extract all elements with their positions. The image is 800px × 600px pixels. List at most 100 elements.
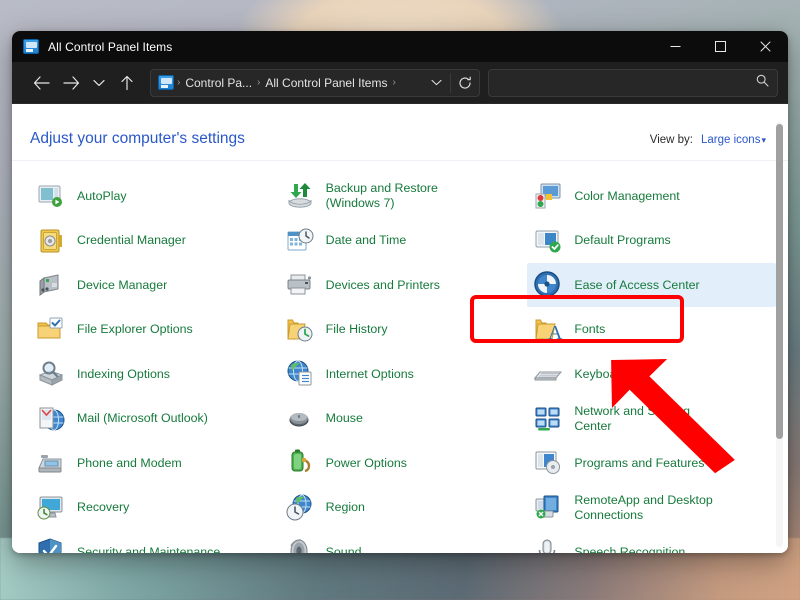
navigation-toolbar: › Control Pa... › All Control Panel Item… <box>12 62 788 104</box>
titlebar-left: All Control Panel Items <box>12 39 172 54</box>
sound-icon <box>285 537 315 553</box>
control-panel-content: Adjust your computer's settings View by:… <box>12 104 788 553</box>
control-panel-item-label: Internet Options <box>326 367 414 382</box>
control-panel-item-label: Default Programs <box>574 233 670 248</box>
control-panel-item[interactable]: Power Options <box>279 441 528 485</box>
control-panel-item[interactable]: Default Programs <box>527 219 776 263</box>
control-panel-item-label: Power Options <box>326 456 407 471</box>
control-panel-item[interactable]: Network and Sharing Center <box>527 397 776 441</box>
control-panel-item-label: Network and Sharing Center <box>574 404 690 434</box>
control-panel-item-label: Recovery <box>77 500 129 515</box>
control-panel-item[interactable]: Indexing Options <box>30 352 279 396</box>
control-panel-item[interactable]: A Fonts <box>527 308 776 352</box>
mouse-icon <box>285 404 315 434</box>
minimize-button[interactable] <box>653 31 698 62</box>
control-panel-item-label: Security and Maintenance <box>77 545 220 554</box>
control-panel-item[interactable]: Programs and Features <box>527 441 776 485</box>
scrollbar-thumb[interactable] <box>776 124 783 439</box>
control-panel-item-label: Date and Time <box>326 233 407 248</box>
address-bar-divider <box>450 73 451 93</box>
svg-text:A: A <box>548 322 563 344</box>
internet-options-icon <box>285 359 315 389</box>
window-titlebar: All Control Panel Items <box>12 31 788 62</box>
control-panel-item[interactable]: Backup and Restore (Windows 7) <box>279 174 528 218</box>
control-panel-item[interactable]: Region <box>279 486 528 530</box>
control-panel-item[interactable]: Mouse <box>279 397 528 441</box>
control-panel-item[interactable]: Phone and Modem <box>30 441 279 485</box>
file-explorer-options-icon <box>36 315 66 345</box>
control-panel-item-label: File History <box>326 322 388 337</box>
control-panel-item[interactable]: Internet Options <box>279 352 528 396</box>
control-panel-item[interactable]: Color Management <box>527 174 776 218</box>
control-panel-item[interactable]: Devices and Printers <box>279 263 528 307</box>
control-panel-items-grid: AutoPlay Backup and Restore (Windows 7) Co… <box>12 160 776 553</box>
control-panel-item-label: Region <box>326 500 365 515</box>
control-panel-item-label: Mouse <box>326 411 363 426</box>
programs-features-icon <box>533 448 563 478</box>
ease-of-access-icon <box>533 270 563 300</box>
network-sharing-icon <box>533 404 563 434</box>
refresh-icon[interactable] <box>453 71 477 95</box>
view-by-value-wrap[interactable]: Large icons▾ <box>701 130 766 148</box>
control-panel-item[interactable]: Credential Manager <box>30 219 279 263</box>
breadcrumb-item-all-control-panel-items[interactable]: All Control Panel Items <box>261 73 391 93</box>
control-panel-icon <box>23 39 39 54</box>
control-panel-item[interactable]: Mail (Microsoft Outlook) <box>30 397 279 441</box>
keyboard-icon <box>533 359 563 389</box>
address-bar-actions <box>424 71 477 95</box>
control-panel-item-label: Fonts <box>574 322 605 337</box>
breadcrumb: › Control Pa... › All Control Panel Item… <box>158 73 424 93</box>
control-panel-item-label: Devices and Printers <box>326 278 440 293</box>
control-panel-item[interactable]: RemoteApp and Desktop Connections <box>527 486 776 530</box>
forward-button[interactable] <box>56 68 86 98</box>
remoteapp-icon <box>533 493 563 523</box>
control-panel-item[interactable]: Keyboard <box>527 352 776 396</box>
control-panel-item[interactable]: File History <box>279 308 528 352</box>
credential-manager-icon <box>36 226 66 256</box>
control-panel-item[interactable]: File Explorer Options <box>30 308 279 352</box>
color-management-icon <box>533 181 563 211</box>
search-input[interactable] <box>498 76 756 90</box>
control-panel-item[interactable]: Security and Maintenance <box>30 530 279 553</box>
close-button[interactable] <box>743 31 788 62</box>
address-dropdown-chevron-down-icon[interactable] <box>424 71 448 95</box>
address-bar[interactable]: › Control Pa... › All Control Panel Item… <box>150 69 480 97</box>
back-button[interactable] <box>26 68 56 98</box>
view-by-control[interactable]: View by: Large icons▾ <box>650 130 766 148</box>
devices-printers-icon <box>285 270 315 300</box>
control-panel-item[interactable]: Device Manager <box>30 263 279 307</box>
view-by-caret-down-icon[interactable]: ▾ <box>761 135 766 145</box>
page-title: Adjust your computer's settings <box>30 130 245 148</box>
window-title: All Control Panel Items <box>48 40 172 54</box>
control-panel-item-label: Color Management <box>574 189 679 204</box>
control-panel-item-label: Credential Manager <box>77 233 186 248</box>
control-panel-item[interactable]: Recovery <box>30 486 279 530</box>
phone-modem-icon <box>36 448 66 478</box>
control-panel-item-label: Mail (Microsoft Outlook) <box>77 411 208 426</box>
control-panel-item-label: Device Manager <box>77 278 167 293</box>
control-panel-item-label: Keyboard <box>574 367 627 382</box>
control-panel-item[interactable]: Date and Time <box>279 219 528 263</box>
control-panel-item-label: AutoPlay <box>77 189 127 204</box>
control-panel-item-label: RemoteApp and Desktop Connections <box>574 493 712 523</box>
window-controls <box>653 31 788 62</box>
maximize-button[interactable] <box>698 31 743 62</box>
indexing-options-icon <box>36 359 66 389</box>
breadcrumb-control-panel-icon[interactable] <box>158 75 174 90</box>
search-icon[interactable] <box>756 74 769 92</box>
control-panel-item-label: Indexing Options <box>77 367 170 382</box>
up-button[interactable] <box>112 68 142 98</box>
speech-recognition-icon <box>533 537 563 553</box>
control-panel-item[interactable]: Sound <box>279 530 528 553</box>
control-panel-item[interactable]: Ease of Access Center <box>527 263 776 307</box>
breadcrumb-item-control-panel[interactable]: Control Pa... <box>181 73 256 93</box>
mail-icon <box>36 404 66 434</box>
control-panel-item[interactable]: AutoPlay <box>30 174 279 218</box>
file-history-icon <box>285 315 315 345</box>
recent-locations-chevron-down-icon[interactable] <box>86 68 112 98</box>
view-by-value[interactable]: Large icons <box>701 134 760 146</box>
control-panel-item-label: Speech Recognition <box>574 545 685 554</box>
search-box[interactable] <box>488 69 778 97</box>
security-maintenance-icon <box>36 537 66 553</box>
control-panel-item[interactable]: Speech Recognition <box>527 530 776 553</box>
